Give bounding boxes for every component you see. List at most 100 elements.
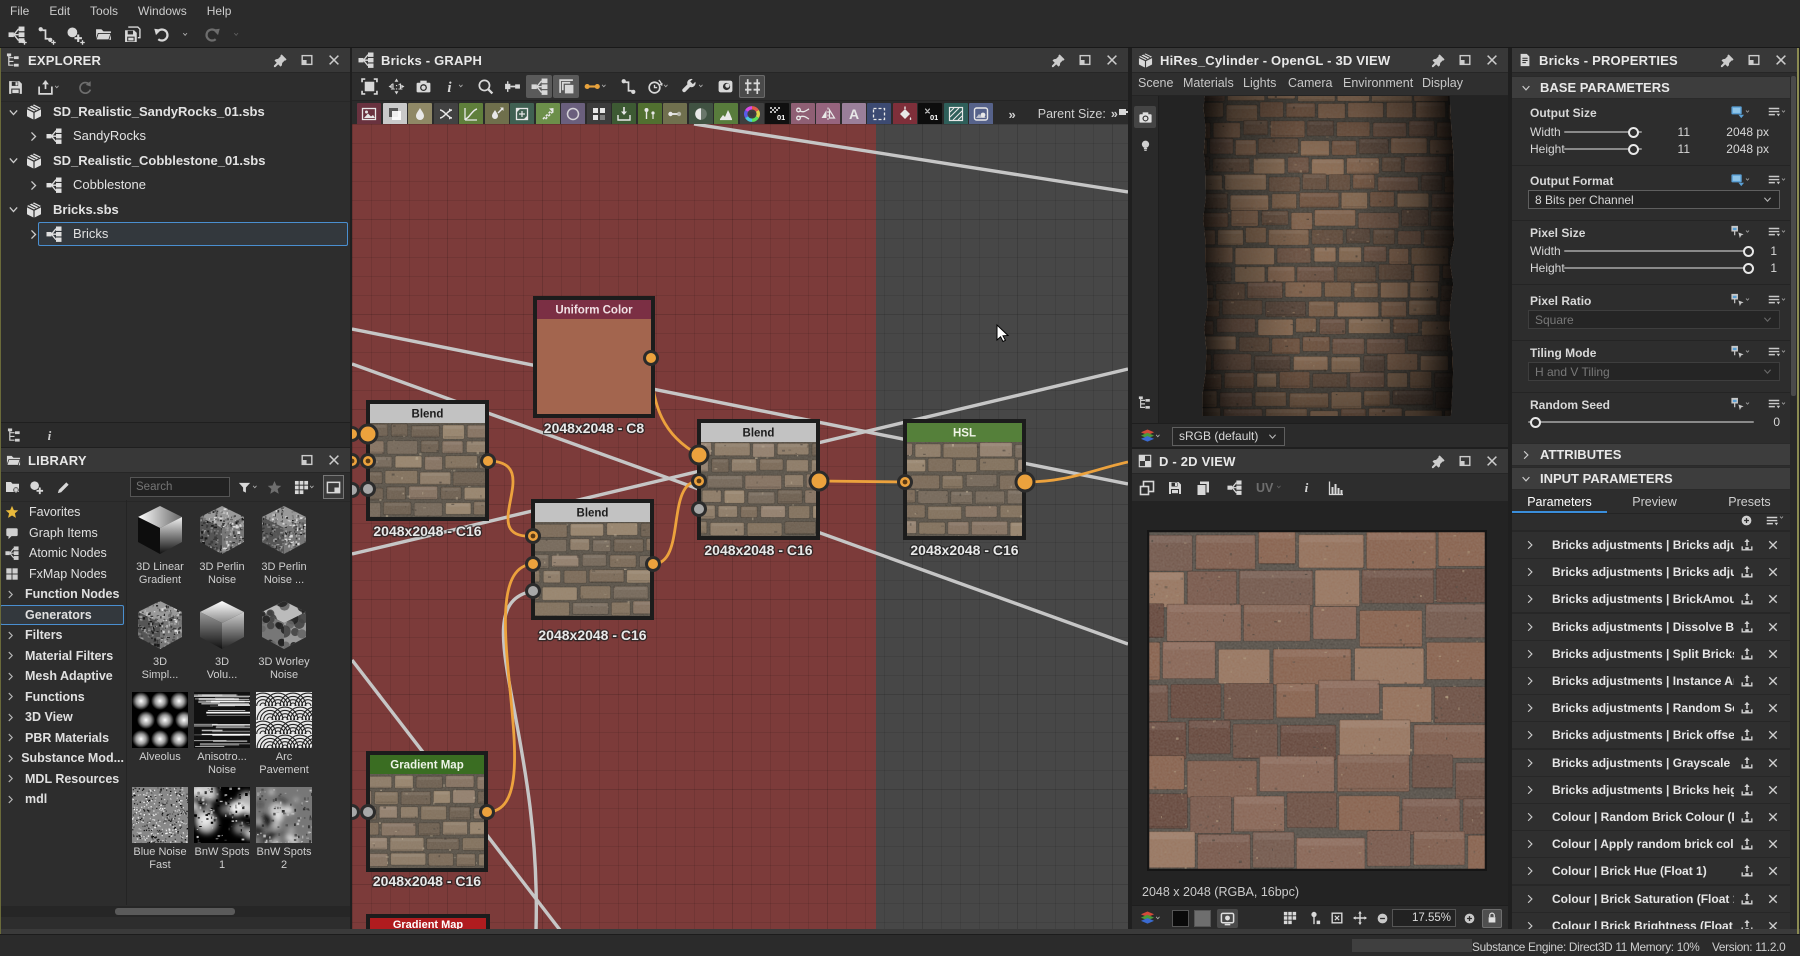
library-category[interactable]: 3D View xyxy=(0,707,124,728)
library-item[interactable]: Anisotro...Noise xyxy=(191,692,253,776)
node-port-inner[interactable] xyxy=(812,474,827,489)
view3d-viewport[interactable] xyxy=(1132,96,1508,423)
graph-close-icon[interactable] xyxy=(1102,51,1122,69)
param-remove-icon[interactable] xyxy=(1760,702,1786,714)
random-seed-options-icon[interactable] xyxy=(1767,397,1789,411)
screenshot-icon[interactable] xyxy=(410,75,436,98)
category-expander-icon[interactable] xyxy=(5,753,17,764)
param-export-icon[interactable] xyxy=(1734,892,1760,906)
param-expander-icon[interactable] xyxy=(1524,920,1548,929)
category-expander-icon[interactable] xyxy=(5,650,21,661)
properties-pin-icon[interactable] xyxy=(1717,51,1737,69)
library-item[interactable]: 3D PerlinNoise xyxy=(191,502,253,586)
colorspace-layers-icon[interactable] xyxy=(1140,429,1164,444)
view2d-close-icon[interactable] xyxy=(1482,452,1502,470)
param-export-icon[interactable] xyxy=(1734,837,1760,851)
param-expander-icon[interactable] xyxy=(1524,838,1548,850)
section-attributes[interactable]: ATTRIBUTES xyxy=(1512,443,1797,466)
library-item[interactable]: BnW Spots1 xyxy=(191,787,253,871)
graph-maximize-icon[interactable] xyxy=(1075,51,1095,69)
tab-presets[interactable]: Presets xyxy=(1702,491,1797,513)
pin-tool-button[interactable] xyxy=(1302,911,1326,925)
library-category[interactable]: Functions xyxy=(0,687,124,708)
param-remove-icon[interactable] xyxy=(1760,648,1786,660)
param-export-icon[interactable] xyxy=(1734,919,1760,929)
section-base-parameters[interactable]: BASE PARAMETERS xyxy=(1512,76,1797,99)
param-remove-icon[interactable] xyxy=(1760,539,1786,551)
param-row[interactable]: Bricks adjustments | Random Scale xyxy=(1512,695,1797,721)
palette-shape-icon[interactable] xyxy=(561,103,585,125)
slider-knob[interactable] xyxy=(1628,144,1639,155)
param-export-icon[interactable] xyxy=(1734,620,1760,634)
view2d-pin-icon[interactable] xyxy=(1428,452,1448,470)
view3d-close-icon[interactable] xyxy=(1482,51,1502,69)
properties-scrollbar-thumb[interactable] xyxy=(1791,76,1796,396)
view3d-pin-icon[interactable] xyxy=(1428,51,1448,69)
menu-tools[interactable]: Tools xyxy=(80,4,128,18)
view3d-menu-scene[interactable]: Scene xyxy=(1138,76,1173,90)
menu-edit[interactable]: Edit xyxy=(39,4,80,18)
output-format-options-icon[interactable] xyxy=(1767,173,1789,187)
colorspace-select[interactable]: sRGB (default) xyxy=(1172,427,1285,446)
palette-directional-blur-icon[interactable] xyxy=(485,103,509,125)
view2d-viewport[interactable]: 2048 x 2048 (RGBA, 16bpc) xyxy=(1132,501,1508,905)
graph-pin-icon[interactable] xyxy=(1048,51,1068,69)
param-export-icon[interactable] xyxy=(1734,647,1760,661)
pixel-ratio-select[interactable]: Square xyxy=(1528,310,1780,329)
graph-node-blend1[interactable]: Blend2048x2048 - C16 xyxy=(352,400,508,539)
node-port-inner[interactable] xyxy=(648,559,658,569)
category-expander-icon[interactable] xyxy=(5,671,21,682)
graph-node-uniform[interactable]: Uniform Color2048x2048 - C8 xyxy=(533,296,655,436)
zoom-icon[interactable] xyxy=(472,75,498,98)
properties-close-icon[interactable] xyxy=(1771,51,1791,69)
zoom-out-button[interactable] xyxy=(1372,912,1392,925)
param-expander-icon[interactable] xyxy=(1524,893,1548,905)
tiling-mode-inherit-icon[interactable] xyxy=(1730,344,1753,359)
redo-chevron[interactable] xyxy=(230,23,246,47)
param-expander-icon[interactable] xyxy=(1524,675,1548,687)
graph-mode-icon[interactable] xyxy=(526,75,552,98)
view2d-maximize-icon[interactable] xyxy=(1455,452,1475,470)
palette-select-icon[interactable] xyxy=(867,103,891,125)
view3d-maximize-icon[interactable] xyxy=(1455,51,1475,69)
parent-size-more[interactable]: » xyxy=(1111,107,1118,121)
param-row[interactable]: Colour | Brick Saturation (Float 1) xyxy=(1512,886,1797,912)
palette-input-icon[interactable] xyxy=(612,103,636,125)
view3d-menu-materials[interactable]: Materials xyxy=(1183,76,1234,90)
param-row[interactable]: Bricks adjustments | Bricks adjustm xyxy=(1512,532,1797,558)
library-view-mode-icon[interactable] xyxy=(291,475,321,499)
tree-row[interactable]: Bricks.sbs xyxy=(0,198,350,222)
library-item[interactable]: Blue NoiseFast xyxy=(129,787,191,871)
library-close-icon[interactable] xyxy=(324,451,344,469)
param-remove-icon[interactable] xyxy=(1760,675,1786,687)
zoom-level-input[interactable] xyxy=(1392,909,1456,927)
view3d-menu-environment[interactable]: Environment xyxy=(1343,76,1413,90)
param-expander-icon[interactable] xyxy=(1524,729,1548,741)
library-hscrollbar-thumb[interactable] xyxy=(115,908,235,915)
properties-maximize-icon[interactable] xyxy=(1744,51,1764,69)
palette-grayscale-01-icon[interactable]: 01 xyxy=(765,103,789,125)
palette-histogram-icon[interactable] xyxy=(714,103,738,125)
tree-row[interactable]: SD_Realistic_Cobblestone_01.sbs xyxy=(0,149,350,173)
menu-windows[interactable]: Windows xyxy=(128,4,197,18)
pixel-ratio-inherit-icon[interactable] xyxy=(1730,292,1753,307)
histogram-button[interactable] xyxy=(1325,476,1347,500)
tree-expander-icon[interactable] xyxy=(6,201,20,219)
param-remove-icon[interactable] xyxy=(1760,865,1786,877)
tree-row[interactable]: Bricks xyxy=(0,222,350,246)
library-item[interactable]: BnW Spots2 xyxy=(253,787,315,871)
redo-button[interactable] xyxy=(201,23,224,47)
undo-button[interactable] xyxy=(150,23,173,47)
param-row[interactable]: Colour | Brick Brightness (Float 1) xyxy=(1512,913,1797,929)
param-export-icon[interactable] xyxy=(1734,810,1760,824)
new-function-graph-button[interactable] xyxy=(34,23,57,47)
zoom-lock-button[interactable] xyxy=(1482,909,1502,928)
library-category[interactable]: Function Nodes xyxy=(0,584,124,605)
node-port-inner[interactable] xyxy=(692,448,707,463)
scene-tree-button[interactable] xyxy=(1134,392,1156,414)
library-category[interactable]: MDL Resources xyxy=(0,769,124,790)
param-row[interactable]: Bricks adjustments | Split Bricks (F xyxy=(1512,641,1797,667)
param-expander-icon[interactable] xyxy=(1524,757,1548,769)
node-port-inner[interactable] xyxy=(483,456,493,466)
category-expander-icon[interactable] xyxy=(5,589,21,600)
